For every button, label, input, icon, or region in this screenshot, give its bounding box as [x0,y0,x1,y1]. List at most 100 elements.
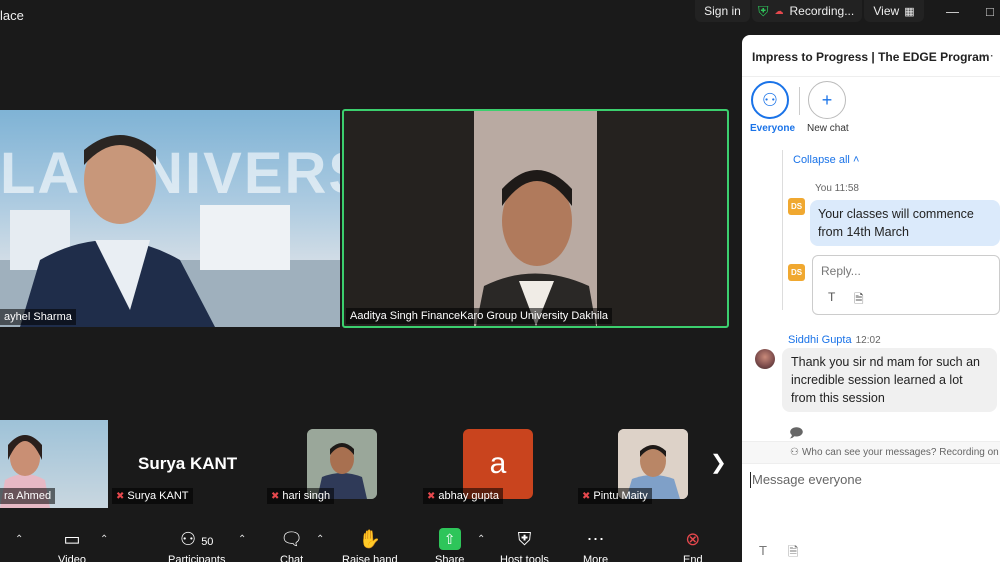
mic-muted-icon: ✖ [582,490,591,502]
message-meta: Siddhi Gupta 12:02 [788,334,881,346]
mic-muted-icon: ✖ [271,490,280,502]
end-button[interactable]: ⊗ End [683,528,703,562]
tab-everyone[interactable]: ⚇ Everyone [750,81,796,134]
participant-name: ✖ Surya KANT [112,488,193,504]
privacy-notice[interactable]: ⚇ Who can see your messages? Recording on [790,447,999,458]
text-format-icon[interactable]: T [828,290,835,304]
participant-label: Surya KANT [127,490,189,502]
message-time: 11:58 [834,183,859,194]
chat-title: Impress to Progress | The EDGE Program [752,50,990,64]
person-video [474,111,597,326]
share-button[interactable]: ⇧ Share [435,528,464,562]
plus-icon: + [808,81,846,119]
participant-label: abhay gupta [438,490,499,502]
participant-name: ayhel Sharma [0,309,76,325]
share-options-caret[interactable]: ⌃ [477,534,485,545]
message-input[interactable]: Message everyone [750,472,862,488]
more-options-icon[interactable]: ⋯ [980,47,994,64]
host-tools-button[interactable]: ⛨ Host tools [500,528,549,562]
more-button[interactable]: ⋯ More [583,528,608,562]
reply-input[interactable]: Reply... T 🗎 [812,255,1000,315]
reply-placeholder: Reply... [821,264,861,278]
sign-in-label: Sign in [704,4,741,18]
file-icon[interactable]: 🗎 [854,290,864,311]
participants-label: Participants [168,554,226,562]
share-label: Share [435,554,465,562]
zoom-window: lace Sign in ⛨ ☁ Recording... View ▦ — □… [0,0,1000,562]
message-bubble[interactable]: Thank you sir nd mam for such an incredi… [782,348,997,412]
collapse-all-label: Collapse all [793,154,850,166]
chat-options-caret[interactable]: ⌃ [316,534,324,545]
participant-name: Aaditya Singh FinanceKaro Group Universi… [346,308,613,324]
grid-icon: ▦ [904,5,915,18]
end-icon: ⊗ [685,529,701,549]
sender-you: You [815,183,832,194]
chat-panel: Impress to Progress | The EDGE Program ⋯… [742,35,1000,562]
chevron-up-icon: ˄ [852,154,860,166]
audio-options-caret[interactable]: ⌃ [15,534,23,545]
tab-label: New chat [807,123,849,134]
sender-name: Siddhi Gupta [788,334,852,346]
title-bar: lace Sign in ⛨ ☁ Recording... View ▦ — □ [0,0,1000,30]
video-options-caret[interactable]: ⌃ [100,534,108,545]
view-label: View [873,4,900,18]
host-tools-label: Host tools [500,554,549,562]
participant-label: Pintu Maity [593,490,648,502]
mic-muted-icon: ✖ [427,490,436,502]
avatar: DS [788,198,805,215]
participant-name: ✖ hari singh [267,488,335,504]
participant-name: ✖ Pintu Maity [578,488,652,504]
tab-label: Everyone [750,123,796,134]
maximize-icon[interactable]: □ [986,4,994,19]
video-tile-active-speaker[interactable]: Aaditya Singh FinanceKaro Group Universi… [342,109,729,328]
featured-participant-name: Surya KANT [138,454,238,473]
privacy-label: Who can see your messages? Recording on [801,447,999,458]
mic-muted-icon: ✖ [116,490,125,502]
participant-label: hari singh [282,490,331,502]
avatar: DS [788,264,805,281]
avatar-initials: DS [790,268,803,277]
more-icon: ⋯ [586,529,605,549]
camera-icon: ▭ [63,529,81,549]
share-screen-icon: ⇧ [438,528,461,550]
chevron-right-icon[interactable]: ❯ [710,450,727,475]
file-icon[interactable]: 🗎 [788,543,798,562]
sign-in-button[interactable]: Sign in [695,0,750,22]
video-button[interactable]: ▭ Video [58,528,86,562]
avatar-letter: a [489,447,507,480]
minimize-icon[interactable]: — [946,4,959,19]
participants-button[interactable]: ⚇ 50 Participants [168,528,225,562]
chat-bubble-icon: 🗨 [280,529,304,549]
tab-new-chat[interactable]: + New chat [807,81,849,134]
message-bubble[interactable]: Your classes will commence from 14th Mar… [810,200,1000,246]
raise-hand-label: Raise hand [342,554,398,562]
raise-hand-button[interactable]: ✋ Raise hand [342,528,398,562]
participants-options-caret[interactable]: ⌃ [238,534,246,545]
shield-check-icon: ⛨ [758,2,769,19]
person-video [0,135,340,327]
shield-icon: ⛨ [517,529,532,549]
text-format-icon[interactable]: T [759,543,767,558]
chat-button[interactable]: 🗨 Chat [280,528,303,562]
participant-name: ra Ahmed [0,488,56,504]
message-meta: You 11:58 [815,183,859,194]
people-icon: ⚇ [751,81,789,119]
video-tile-speaker[interactable]: LA UNIVERSITY ayhel Sharma [0,110,340,327]
tab-divider [799,87,800,115]
participants-count: 50 [201,536,214,548]
more-label: More [583,554,609,562]
participants-icon: ⚇ 50 [180,529,214,549]
video-label: Video [58,554,86,562]
view-button[interactable]: View ▦ [864,0,924,22]
avatar [755,349,775,369]
recording-label: Recording... [789,4,855,18]
cloud-record-icon: ☁ [774,5,784,16]
people-icon: ⚇ [790,447,799,458]
participant-label: ra Ahmed [4,490,52,502]
hand-icon: ✋ [358,529,382,549]
collapse-all-link[interactable]: Collapse all ˄ [793,154,859,166]
end-label: End [683,554,703,562]
meeting-toolbar: ⌃ ▭ Video ⌃ ⚇ 50 Participants ⌃ 🗨 Chat ⌃ ✋… [0,522,742,562]
recording-indicator[interactable]: ⛨ ☁ Recording... [752,0,862,22]
thread-line [782,150,783,310]
